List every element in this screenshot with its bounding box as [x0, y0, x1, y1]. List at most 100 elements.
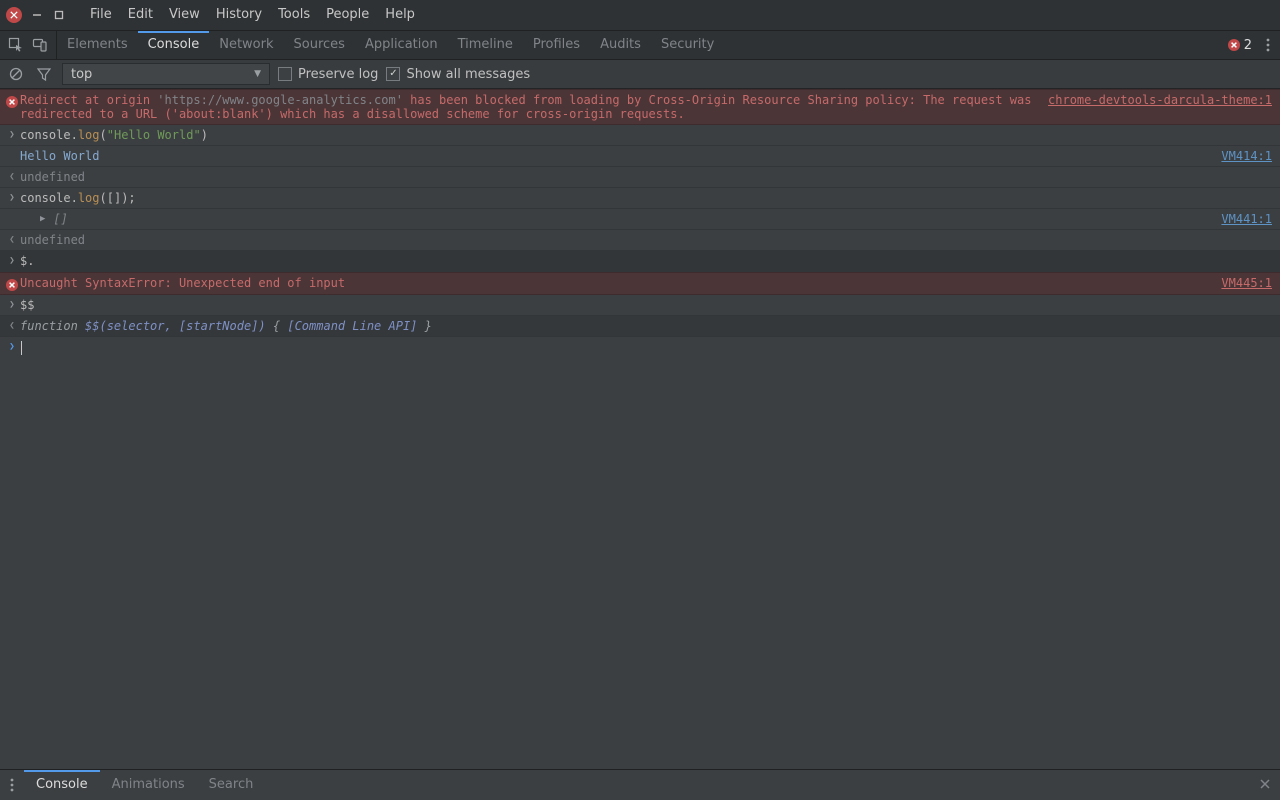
show-all-messages-checkbox[interactable]: Show all messages — [386, 67, 530, 82]
tab-console[interactable]: Console — [138, 31, 210, 59]
error-text: Redirect at origin 'https://www.google-a… — [20, 93, 1036, 121]
tab-sources[interactable]: Sources — [284, 31, 355, 59]
drawer-tabstrip: Console Animations Search — [0, 769, 1280, 800]
device-icon — [32, 37, 48, 53]
tabstrip-right: 2 — [1228, 31, 1280, 59]
context-selector[interactable]: top ▼ — [62, 63, 270, 85]
menu-file[interactable]: File — [82, 0, 120, 30]
prompt-chevron-icon: ❯ — [9, 341, 14, 353]
filter-button[interactable] — [34, 64, 54, 84]
console-error-syntax[interactable]: Uncaught SyntaxError: Unexpected end of … — [0, 272, 1280, 295]
log-text: Hello World — [20, 149, 99, 163]
title-bar: File Edit View History Tools People Help — [0, 0, 1280, 31]
console-input-row[interactable]: ❯ $$ — [0, 295, 1280, 316]
menu-tools[interactable]: Tools — [270, 0, 318, 30]
menu-view[interactable]: View — [161, 0, 208, 30]
console-prompt-row[interactable]: ❯ — [0, 337, 1280, 358]
console-return-row[interactable]: ❮ undefined — [0, 230, 1280, 251]
window-minimize-button[interactable] — [26, 4, 48, 26]
drawer-tab-search[interactable]: Search — [197, 770, 266, 800]
drawer-tab-animations[interactable]: Animations — [100, 770, 197, 800]
window-buttons — [0, 4, 70, 26]
return-chevron-icon: ❮ — [9, 171, 14, 183]
return-text: undefined — [20, 170, 85, 184]
close-icon — [1260, 779, 1270, 789]
tab-timeline[interactable]: Timeline — [448, 31, 523, 59]
chevron-down-icon: ▼ — [254, 69, 261, 79]
input-code: console.log("Hello World") — [20, 128, 1272, 142]
console-log-row[interactable]: ▶ [] VM441:1 — [0, 209, 1280, 230]
context-selector-label: top — [71, 67, 92, 82]
minimize-icon — [31, 9, 43, 21]
tab-audits[interactable]: Audits — [590, 31, 651, 59]
return-chevron-icon: ❮ — [9, 234, 14, 246]
window-maximize-button[interactable] — [48, 4, 70, 26]
input-chevron-icon: ❯ — [9, 129, 14, 141]
log-source-link[interactable]: VM414:1 — [1209, 149, 1272, 163]
console-input-row[interactable]: ❯ console.log("Hello World") — [0, 125, 1280, 146]
show-all-messages-label: Show all messages — [406, 67, 530, 82]
tab-profiles[interactable]: Profiles — [523, 31, 590, 59]
error-icon — [6, 96, 18, 108]
menu-history[interactable]: History — [208, 0, 270, 30]
maximize-icon — [53, 9, 65, 21]
close-icon — [10, 11, 18, 19]
error-dot-icon — [1228, 39, 1240, 51]
error-count-chip[interactable]: 2 — [1228, 38, 1252, 53]
input-code: console.log([]); — [20, 191, 1272, 205]
drawer-tab-console[interactable]: Console — [24, 770, 100, 800]
drawer-kebab[interactable] — [0, 778, 24, 792]
window-close-button[interactable] — [6, 7, 22, 23]
error-icon — [6, 279, 18, 291]
error-source-link[interactable]: VM445:1 — [1209, 276, 1272, 290]
device-toolbar-button[interactable] — [28, 31, 52, 59]
devtools-tabs: Elements Console Network Sources Applica… — [57, 31, 724, 59]
console-input-field[interactable] — [20, 340, 1272, 355]
drawer-tabs: Console Animations Search — [24, 770, 265, 800]
drawer-close-button[interactable] — [1250, 778, 1280, 793]
error-count-label: 2 — [1244, 38, 1252, 53]
input-chevron-icon: ❯ — [9, 299, 14, 311]
tab-security[interactable]: Security — [651, 31, 724, 59]
console-toolbar: top ▼ Preserve log Show all messages — [0, 60, 1280, 89]
clear-icon — [9, 67, 23, 81]
input-chevron-icon: ❯ — [9, 255, 14, 267]
return-text: function $$(selector, [startNode]) { [Co… — [20, 319, 1272, 333]
menu-edit[interactable]: Edit — [120, 0, 161, 30]
return-chevron-icon: ❮ — [9, 320, 14, 332]
error-source-link[interactable]: chrome-devtools-darcula-theme:1 — [1036, 93, 1272, 107]
menu-bar: File Edit View History Tools People Help — [82, 0, 423, 30]
tab-application[interactable]: Application — [355, 31, 448, 59]
expand-triangle-icon[interactable]: ▶ — [40, 214, 45, 224]
console-return-row[interactable]: ❮ function $$(selector, [startNode]) { [… — [0, 316, 1280, 337]
preserve-log-label: Preserve log — [298, 67, 378, 82]
input-code: $. — [20, 254, 34, 268]
input-chevron-icon: ❯ — [9, 192, 14, 204]
kebab-icon — [10, 778, 14, 792]
console-input-row[interactable]: ❯ $. — [0, 251, 1280, 272]
log-source-link[interactable]: VM441:1 — [1209, 212, 1272, 226]
caret-icon — [21, 341, 22, 355]
checkbox-checked-icon — [386, 67, 400, 81]
tab-network[interactable]: Network — [209, 31, 283, 59]
tab-elements[interactable]: Elements — [57, 31, 138, 59]
inspect-element-button[interactable] — [4, 31, 28, 59]
menu-people[interactable]: People — [318, 0, 377, 30]
error-text: Uncaught SyntaxError: Unexpected end of … — [20, 276, 345, 290]
checkbox-icon — [278, 67, 292, 81]
console-return-row[interactable]: ❮ undefined — [0, 167, 1280, 188]
log-array-text: [] — [53, 212, 67, 226]
devtools-settings-kebab[interactable] — [1262, 38, 1274, 52]
console-log-row[interactable]: Hello World VM414:1 — [0, 146, 1280, 167]
return-text: undefined — [20, 233, 85, 247]
clear-console-button[interactable] — [6, 64, 26, 84]
inspect-icon — [8, 37, 24, 53]
input-code: $$ — [20, 298, 34, 312]
menu-help[interactable]: Help — [377, 0, 423, 30]
console-body: Redirect at origin 'https://www.google-a… — [0, 89, 1280, 773]
devtools-tabstrip: Elements Console Network Sources Applica… — [0, 31, 1280, 60]
console-error-cors[interactable]: Redirect at origin 'https://www.google-a… — [0, 89, 1280, 125]
console-input-row[interactable]: ❯ console.log([]); — [0, 188, 1280, 209]
tabstrip-left-icons — [0, 31, 57, 59]
preserve-log-checkbox[interactable]: Preserve log — [278, 67, 378, 82]
